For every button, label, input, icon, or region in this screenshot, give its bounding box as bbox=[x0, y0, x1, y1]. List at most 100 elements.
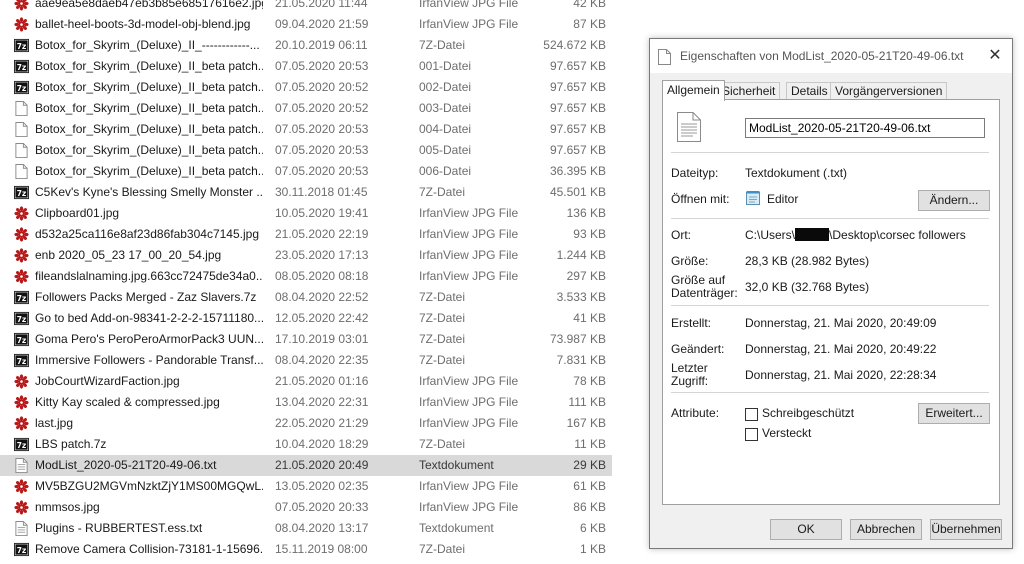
created-label: Erstellt: bbox=[671, 316, 712, 330]
7z-archive-icon: 7z bbox=[14, 59, 29, 74]
file-size: 97.657 KB bbox=[549, 101, 606, 115]
file-row[interactable]: 7z Immersive Followers - Pandorable Tran… bbox=[0, 350, 612, 371]
file-row[interactable]: 7z Remove Camera Collision-73181-1-15696… bbox=[0, 539, 612, 560]
change-button[interactable]: Ändern... bbox=[918, 190, 990, 211]
file-type: 7Z-Datei bbox=[419, 542, 466, 556]
file-name: Botox_for_Skyrim_(Deluxe)_II_-----------… bbox=[35, 38, 260, 52]
file-name: d532a25ca116e8af23d86fab304c7145.jpg bbox=[35, 227, 259, 241]
file-row[interactable]: 7z Botox_for_Skyrim_(Deluxe)_II_beta pat… bbox=[0, 77, 612, 98]
file-type: Textdokument bbox=[419, 458, 494, 472]
properties-dialog: Eigenschaften von ModList_2020-05-21T20-… bbox=[649, 38, 1013, 549]
irfanview-jpg-icon bbox=[14, 0, 29, 11]
file-row[interactable]: 7z Goma Pero's PeroPeroArmorPack3 UUN...… bbox=[0, 329, 612, 350]
irfanview-jpg-icon bbox=[14, 17, 29, 32]
file-name: Botox_for_Skyrim_(Deluxe)_II_beta patch.… bbox=[35, 164, 263, 178]
attributes-label: Attribute: bbox=[671, 406, 720, 420]
file-row[interactable]: Botox_for_Skyrim_(Deluxe)_II_beta patch.… bbox=[0, 161, 612, 182]
tab-allgemein[interactable]: Allgemein bbox=[662, 80, 725, 101]
file-row[interactable]: Kitty Kay scaled & compressed.jpg 13.04.… bbox=[0, 392, 612, 413]
file-row[interactable]: Clipboard01.jpg 10.05.2020 19:41 IrfanVi… bbox=[0, 203, 612, 224]
file-name: enb 2020_05_23 17_00_20_54.jpg bbox=[35, 248, 222, 262]
file-size: 1.244 KB bbox=[556, 248, 606, 262]
file-row[interactable]: last.jpg 22.05.2020 21:29 IrfanView JPG … bbox=[0, 413, 612, 434]
svg-text:7z: 7z bbox=[17, 336, 27, 345]
file-type: 003-Datei bbox=[419, 101, 472, 115]
file-row[interactable]: 7z LBS patch.7z 10.04.2020 18:29 7Z-Date… bbox=[0, 434, 612, 455]
file-row[interactable]: 7z C5Kev's Kyne's Blessing Smelly Monste… bbox=[0, 182, 612, 203]
accessed-label-line1: Letzter bbox=[671, 361, 708, 375]
file-row[interactable]: Botox_for_Skyrim_(Deluxe)_II_beta patch.… bbox=[0, 98, 612, 119]
file-row[interactable]: fileandslalnaming.jpg.663cc72475de34a0..… bbox=[0, 266, 612, 287]
filename-field[interactable] bbox=[745, 118, 985, 138]
file-name: ModList_2020-05-21T20-49-06.txt bbox=[35, 458, 217, 472]
svg-text:7z: 7z bbox=[17, 441, 27, 450]
file-row-selected[interactable]: ModList_2020-05-21T20-49-06.txt 21.05.20… bbox=[0, 455, 612, 476]
file-date: 07.05.2020 20:53 bbox=[275, 164, 369, 178]
file-row[interactable]: Plugins - RUBBERTEST.ess.txt 08.04.2020 … bbox=[0, 518, 612, 539]
file-name: aae9ea5e8daeb47eb3b85e68517616e2.jpg bbox=[35, 0, 263, 10]
file-row[interactable]: 7z Followers Packs Merged - Zaz Slavers.… bbox=[0, 287, 612, 308]
file-type: 7Z-Datei bbox=[419, 185, 466, 199]
file-size: 78 KB bbox=[573, 374, 606, 388]
type-label: Dateityp: bbox=[671, 166, 719, 180]
file-type: 004-Datei bbox=[419, 122, 472, 136]
file-type: 7Z-Datei bbox=[419, 332, 466, 346]
ok-button[interactable]: OK bbox=[770, 519, 842, 540]
7z-archive-icon: 7z bbox=[14, 290, 29, 305]
tab-vorgaengerversionen[interactable]: Vorgängerversionen bbox=[830, 82, 948, 100]
file-date: 23.05.2020 17:13 bbox=[275, 248, 369, 262]
file-size: 93 KB bbox=[573, 227, 606, 241]
file-row[interactable]: JobCourtWizardFaction.jpg 21.05.2020 01:… bbox=[0, 371, 612, 392]
irfanview-jpg-icon bbox=[14, 479, 29, 494]
size-value: 28,3 KB (28.982 Bytes) bbox=[745, 254, 870, 268]
file-name: Clipboard01.jpg bbox=[35, 206, 120, 220]
irfanview-jpg-icon bbox=[14, 206, 29, 221]
file-row[interactable]: nmmsos.jpg 07.05.2020 20:33 IrfanView JP… bbox=[0, 497, 612, 518]
file-row[interactable]: 7z Botox_for_Skyrim_(Deluxe)_II_beta pat… bbox=[0, 56, 612, 77]
file-date: 30.11.2018 01:45 bbox=[275, 185, 368, 199]
file-row[interactable]: aae9ea5e8daeb47eb3b85e68517616e2.jpg 21.… bbox=[0, 0, 612, 14]
cancel-button[interactable]: Abbrechen bbox=[850, 519, 922, 540]
redacted-username bbox=[795, 228, 830, 241]
disk-size-label: Größe auf Datenträger: bbox=[671, 274, 738, 300]
readonly-checkbox[interactable] bbox=[745, 408, 758, 421]
tab-sicherheit[interactable]: Sicherheit bbox=[717, 82, 781, 100]
accessed-value: Donnerstag, 21. Mai 2020, 22:28:34 bbox=[745, 368, 937, 382]
file-type-large-icon bbox=[677, 112, 701, 145]
file-date: 08.04.2020 22:35 bbox=[275, 353, 369, 367]
file-row[interactable]: 7z Botox_for_Skyrim_(Deluxe)_II_--------… bbox=[0, 35, 612, 56]
disk-size-label-line2: Datenträger: bbox=[671, 286, 738, 300]
irfanview-jpg-icon bbox=[14, 500, 29, 515]
7z-archive-icon: 7z bbox=[14, 38, 29, 53]
file-name: Botox_for_Skyrim_(Deluxe)_II_beta patch.… bbox=[35, 122, 263, 136]
dialog-titlebar[interactable]: Eigenschaften von ModList_2020-05-21T20-… bbox=[650, 39, 1012, 73]
close-button[interactable]: ✕ bbox=[978, 39, 1012, 73]
text-file-icon bbox=[14, 521, 29, 536]
opens-with-value: Editor bbox=[767, 192, 799, 206]
file-name: nmmsos.jpg bbox=[35, 500, 100, 514]
location-label: Ort: bbox=[671, 228, 691, 242]
type-value: Textdokument (.txt) bbox=[745, 166, 848, 180]
file-size: 11 KB bbox=[574, 437, 606, 451]
file-size: 167 KB bbox=[566, 416, 606, 430]
hidden-checkbox[interactable] bbox=[745, 428, 758, 441]
blank-file-icon bbox=[14, 143, 29, 158]
file-row[interactable]: enb 2020_05_23 17_00_20_54.jpg 23.05.202… bbox=[0, 245, 612, 266]
file-row[interactable]: ballet-heel-boots-3d-model-obj-blend.jpg… bbox=[0, 14, 612, 35]
irfanview-jpg-icon bbox=[14, 269, 29, 284]
file-type: 002-Datei bbox=[419, 80, 472, 94]
file-row[interactable]: Botox_for_Skyrim_(Deluxe)_II_beta patch.… bbox=[0, 140, 612, 161]
7z-archive-icon: 7z bbox=[14, 437, 29, 452]
file-size: 87 KB bbox=[573, 17, 606, 31]
advanced-button[interactable]: Erweitert... bbox=[918, 403, 990, 424]
7z-archive-icon: 7z bbox=[14, 542, 29, 557]
file-row[interactable]: 7z Go to bed Add-on-98341-2-2-2-15711180… bbox=[0, 308, 612, 329]
tab-details[interactable]: Details bbox=[786, 82, 833, 100]
file-size: 36.395 KB bbox=[549, 164, 606, 178]
file-row[interactable]: d532a25ca116e8af23d86fab304c7145.jpg 21.… bbox=[0, 224, 612, 245]
file-row[interactable]: MV5BZGU2MGVmNzktZjY1MS00MGQwL... 13.05.2… bbox=[0, 476, 612, 497]
file-row[interactable]: Botox_for_Skyrim_(Deluxe)_II_beta patch.… bbox=[0, 119, 612, 140]
apply-button[interactable]: Übernehmen bbox=[930, 519, 1002, 540]
irfanview-jpg-icon bbox=[14, 374, 29, 389]
file-type: 7Z-Datei bbox=[419, 290, 466, 304]
